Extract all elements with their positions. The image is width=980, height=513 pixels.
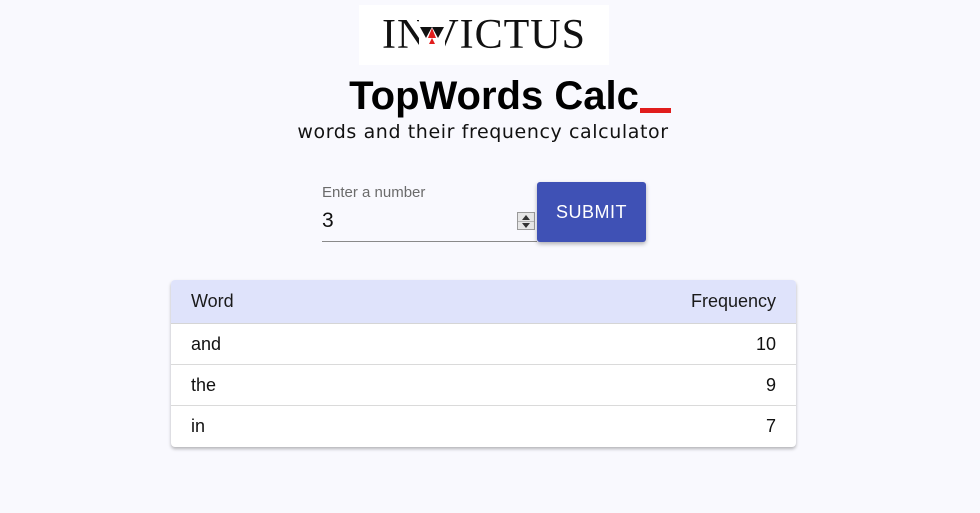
column-header-word: Word [191,291,234,311]
logo-text: INVICTUS [382,12,586,58]
logo: INVICTUS [359,5,609,65]
arrow-up-icon [522,214,530,220]
frequency-cell: 10 [755,333,776,354]
table-header: Word Frequency [171,280,796,324]
word-cell: in [191,416,206,436]
word-cell: the [191,374,217,395]
page-subtitle: words and their frequency calculator [297,121,669,143]
number-stepper[interactable] [517,212,535,230]
table-row: in 7 [171,406,796,447]
number-input[interactable] [322,208,512,234]
frequency-cell: 7 [765,416,776,436]
submit-button[interactable]: SUBMIT [537,182,646,242]
number-field-label: Enter a number [322,184,426,201]
table-row: and 10 [171,324,796,365]
number-field: Enter a number [322,182,537,242]
word-cell: and [191,333,222,354]
stepper-down-button[interactable] [518,221,534,229]
page-title: TopWords Calc [349,74,639,118]
frequency-cell: 9 [765,374,776,395]
invictus-logo-mark-icon [419,19,445,53]
page: INVICTUS TopWords Calc words and their f… [0,0,980,513]
title-row: TopWords Calc [0,70,980,122]
arrow-down-icon [522,222,530,228]
cursor-underscore [639,108,671,113]
column-header-frequency: Frequency [690,291,776,311]
table-row: the 9 [171,365,796,406]
frequency-table: Word Frequency and 10 the 9 in 7 [171,280,796,447]
